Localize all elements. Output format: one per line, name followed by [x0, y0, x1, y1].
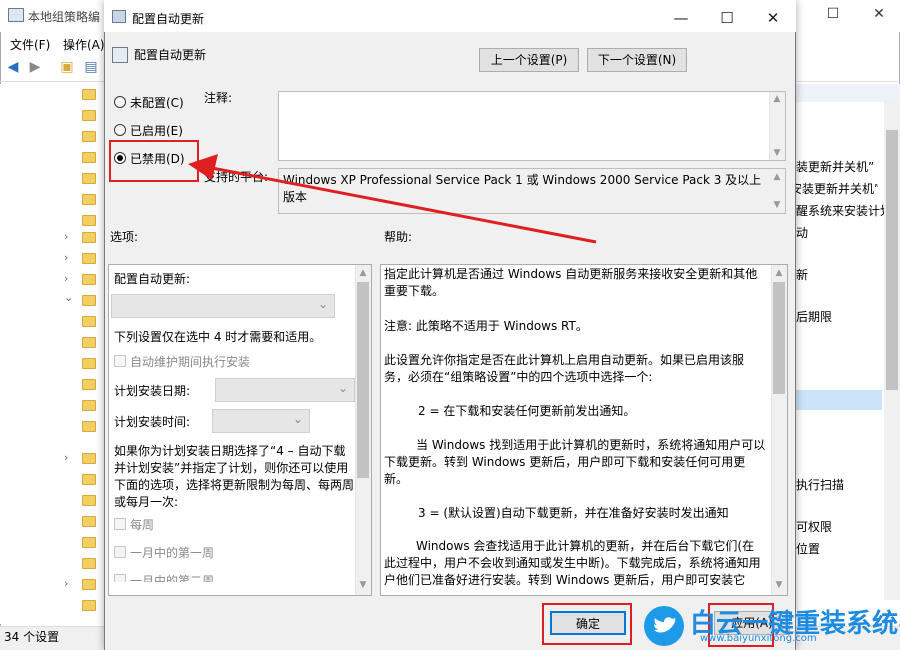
watermark-url: www.baiyunxitong.com — [700, 633, 817, 644]
bird-logo-icon — [644, 606, 684, 646]
annotation-arrow — [188, 154, 597, 244]
